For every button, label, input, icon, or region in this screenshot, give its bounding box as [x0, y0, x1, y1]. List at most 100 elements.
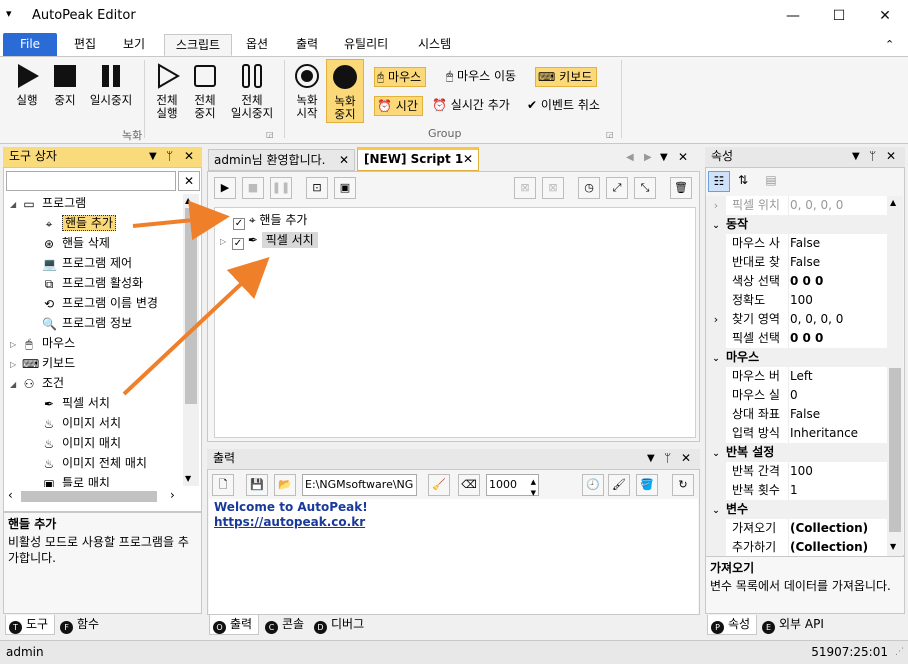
- editor-expand-button[interactable]: ⤢: [606, 177, 628, 199]
- toolbox-item[interactable]: ⊛ 핸들 삭제: [8, 233, 183, 253]
- close-icon[interactable]: ✕: [339, 150, 349, 170]
- stop-button[interactable]: 중지: [50, 62, 80, 107]
- toolbox-item[interactable]: ♨ 이미지 매치: [8, 433, 183, 453]
- toolbox-item[interactable]: ✒ 픽셀 서치: [8, 393, 183, 413]
- property-value[interactable]: Left: [789, 367, 813, 386]
- node-expander-icon[interactable]: ▷: [220, 237, 226, 246]
- tree-expander-icon[interactable]: ◢: [10, 195, 22, 215]
- property-value[interactable]: False: [789, 253, 820, 272]
- property-category[interactable]: ⌄ 마우스: [706, 348, 887, 367]
- toolbox-item[interactable]: 🔍 프로그램 정보: [8, 313, 183, 333]
- property-row[interactable]: 가져오기 (Collection): [706, 519, 887, 538]
- toolbox-item[interactable]: ⌖ 핸들 추가: [8, 213, 183, 233]
- categorized-view-button[interactable]: ☷: [708, 171, 730, 192]
- output-open-button[interactable]: 📂: [274, 474, 296, 496]
- collapse-ribbon-icon[interactable]: ⌃: [885, 38, 894, 51]
- output-brush-button[interactable]: 🖌: [608, 474, 630, 496]
- pin-icon[interactable]: ᛘ: [166, 147, 173, 166]
- editor-run-button[interactable]: ▶: [214, 177, 236, 199]
- dropdown-icon[interactable]: ▼: [647, 449, 655, 468]
- toolbox-item[interactable]: ◢ ⚇ 조건: [8, 373, 183, 393]
- output-line-limit-stepper[interactable]: 1000 ▲ ▼: [486, 474, 539, 497]
- property-row[interactable]: 반대로 찾 False: [706, 253, 887, 272]
- property-category[interactable]: ⌄ 반복 설정: [706, 443, 887, 462]
- close-icon[interactable]: ✕: [886, 147, 896, 166]
- output-time-button[interactable]: 🕘: [582, 474, 604, 496]
- property-value[interactable]: 1: [789, 481, 798, 500]
- property-row[interactable]: 정확도 100: [706, 291, 887, 310]
- tab-welcome[interactable]: admin님 환영합니다. ✕: [208, 149, 355, 171]
- pause-button[interactable]: 일시중지: [86, 62, 136, 107]
- tab-utility[interactable]: 유틸리티: [338, 34, 394, 56]
- tab-scroll-left-icon[interactable]: ◀: [626, 152, 634, 163]
- output-new-button[interactable]: 🗋: [212, 474, 234, 496]
- tab-functions[interactable]: F 함수: [57, 615, 105, 635]
- realtime-add-toggle[interactable]: ⏰ 실시간 추가: [430, 96, 514, 116]
- output-save-button[interactable]: 💾: [246, 474, 268, 496]
- pin-icon[interactable]: ᛘ: [869, 147, 876, 166]
- editor-pause-button[interactable]: ❚❚: [270, 177, 292, 199]
- tab-view[interactable]: 보기: [117, 34, 151, 56]
- close-icon[interactable]: ✕: [681, 449, 691, 468]
- script-node-add-handle[interactable]: ✓ ⌖ 핸들 추가: [233, 211, 307, 230]
- toolbox-item[interactable]: ▷ ⌨ 키보드: [8, 353, 183, 373]
- property-row[interactable]: 마우스 사 False: [706, 234, 887, 253]
- record-time-toggle[interactable]: ⏰ 시간: [374, 96, 423, 116]
- node-checkbox[interactable]: ✓: [233, 218, 245, 230]
- tab-external-api[interactable]: E 외부 API: [759, 615, 830, 635]
- scroll-down-icon[interactable]: ▼: [890, 542, 896, 551]
- property-row[interactable]: 반복 횟수 1: [706, 481, 887, 500]
- property-scrollbar[interactable]: ▲ ▼: [887, 196, 903, 556]
- record-mouse-toggle[interactable]: 🖰 마우스: [374, 67, 427, 87]
- log-link[interactable]: https://autopeak.co.kr: [214, 515, 693, 529]
- node-checkbox[interactable]: ✓: [231, 238, 244, 250]
- output-path-field[interactable]: E:\NGMsoftware\NG: [302, 474, 417, 496]
- tab-options[interactable]: 옵션: [240, 34, 274, 56]
- tab-debug[interactable]: D 디버그: [311, 615, 370, 635]
- close-icon[interactable]: ✕: [678, 150, 688, 164]
- property-row[interactable]: 픽셀 선택 0 0 0: [706, 329, 887, 348]
- editor-run-selected-button[interactable]: ▣: [334, 177, 356, 199]
- scroll-up-icon[interactable]: ▲: [890, 198, 896, 207]
- output-clean-button[interactable]: 🧹: [428, 474, 450, 496]
- output-erase-button[interactable]: ⌫: [458, 474, 480, 496]
- property-value[interactable]: Inheritance: [789, 424, 858, 443]
- property-row[interactable]: 추가하기 (Collection): [706, 538, 887, 556]
- dropdown-icon[interactable]: ▼: [852, 147, 860, 166]
- property-value[interactable]: False: [789, 234, 820, 253]
- hscroll-thumb[interactable]: [21, 491, 157, 502]
- run-button[interactable]: 실행: [10, 62, 44, 107]
- maximize-button[interactable]: ☐: [816, 0, 862, 32]
- editor-step-button[interactable]: ⊡: [306, 177, 328, 199]
- property-value[interactable]: (Collection): [789, 538, 868, 556]
- property-row[interactable]: 마우스 실0: [706, 386, 887, 405]
- tree-expander-icon[interactable]: ▷: [10, 355, 22, 375]
- pause-all-button[interactable]: 전체 일시중지: [226, 62, 278, 120]
- scroll-thumb[interactable]: [889, 368, 901, 532]
- editor-stop-button[interactable]: ■: [242, 177, 264, 199]
- record-mouse-move-toggle[interactable]: 🖱 마우스 이동: [444, 67, 520, 87]
- scroll-left-icon[interactable]: ‹: [8, 488, 13, 502]
- window-menu-icon[interactable]: ▾: [6, 7, 12, 20]
- pin-icon[interactable]: ᛘ: [664, 449, 671, 468]
- toolbox-item[interactable]: 💻 프로그램 제어: [8, 253, 183, 273]
- tab-system[interactable]: 시스템: [412, 34, 457, 56]
- tab-properties[interactable]: P 속성: [707, 615, 758, 635]
- close-icon[interactable]: ✕: [184, 147, 194, 166]
- property-value[interactable]: 0 0 0: [789, 272, 823, 291]
- close-button[interactable]: ✕: [862, 0, 908, 32]
- tab-console[interactable]: C 콘솔: [262, 615, 310, 635]
- chevron-right-icon[interactable]: ›: [706, 310, 726, 329]
- tree-expander-icon[interactable]: ◢: [10, 375, 22, 395]
- tree-expander-icon[interactable]: ▷: [10, 335, 22, 355]
- scroll-right-icon[interactable]: ›: [170, 488, 175, 502]
- property-value[interactable]: 100: [789, 462, 813, 481]
- property-pages-button[interactable]: ▤: [760, 171, 782, 192]
- minimize-button[interactable]: —: [770, 0, 816, 32]
- tab-scroll-right-icon[interactable]: ▶: [644, 152, 652, 163]
- property-value[interactable]: False: [789, 405, 820, 424]
- property-category[interactable]: ⌄ 변수: [706, 500, 887, 519]
- toolbox-item[interactable]: ▷ 🖱 마우스: [8, 333, 183, 353]
- property-row[interactable]: 상대 좌표 False: [706, 405, 887, 424]
- output-refresh-button[interactable]: ↻: [672, 474, 694, 496]
